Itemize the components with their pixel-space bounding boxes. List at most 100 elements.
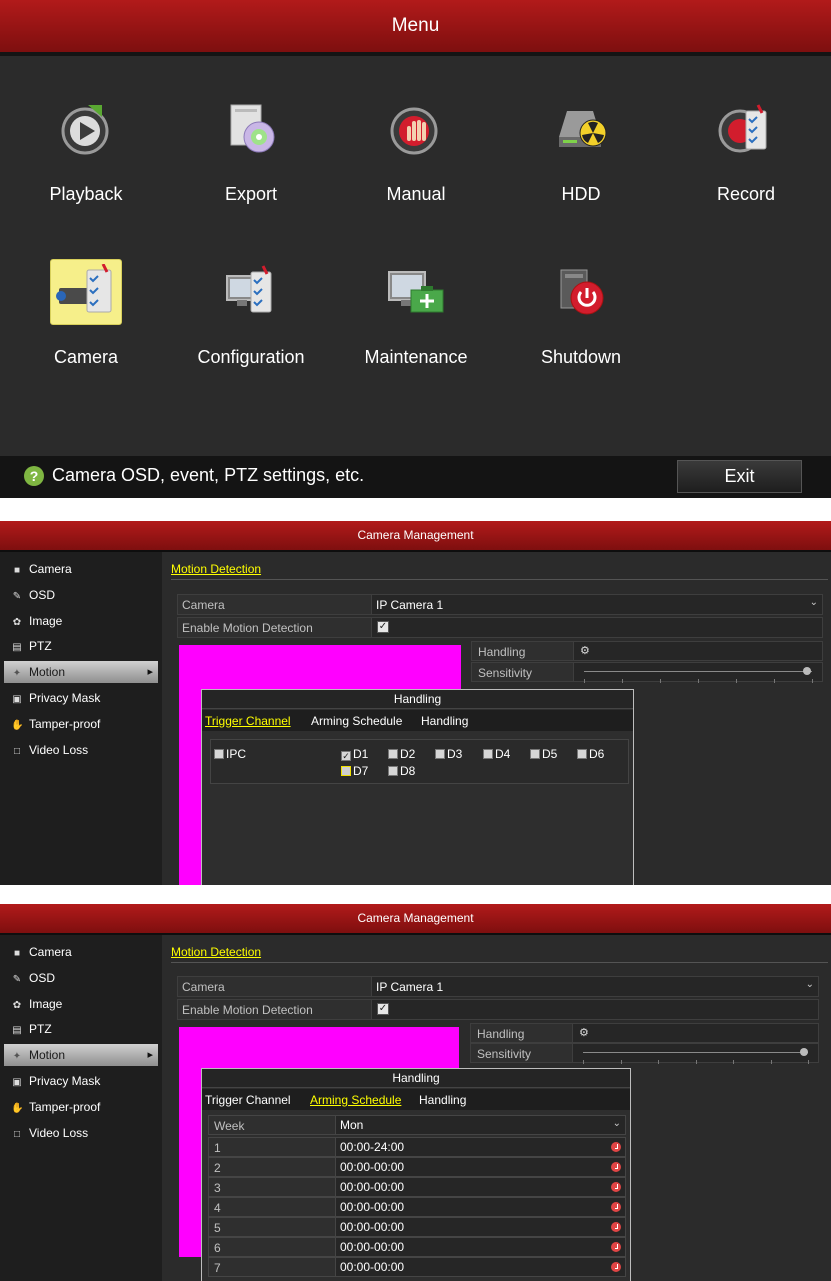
checkbox[interactable] <box>214 749 224 759</box>
channel-d6[interactable]: D6 <box>577 748 604 760</box>
checkbox[interactable] <box>341 766 351 776</box>
menu-item-hdd[interactable]: HDD <box>506 96 656 205</box>
sidebar-item-image[interactable]: ✿ Image <box>4 993 158 1015</box>
period-index: 3 <box>214 1181 221 1195</box>
channel-ipc[interactable]: IPC <box>214 748 246 760</box>
sidebar-item-ptz[interactable]: ▤ PTZ <box>4 635 158 657</box>
channel-d3[interactable]: D3 <box>435 748 462 760</box>
status-bar: ? Camera OSD, event, PTZ settings, etc. … <box>0 456 831 498</box>
period-time[interactable]: 00:00-00:00 <box>335 1198 625 1216</box>
menu-item-camera[interactable]: Camera <box>11 259 161 368</box>
sidebar-item-label: PTZ <box>29 639 52 653</box>
tab-motion-detection[interactable]: Motion Detection <box>171 945 261 959</box>
week-select[interactable]: Mon ⌄ <box>335 1116 625 1134</box>
period-time[interactable]: 00:00-24:00 <box>335 1138 625 1156</box>
schedule-row: 3 00:00-00:00 <box>208 1177 626 1197</box>
menu-item-record[interactable]: Record <box>671 96 821 205</box>
camera-select[interactable]: IP Camera 1 ⌄ <box>371 977 818 996</box>
menu-label-shutdown: Shutdown <box>540 347 622 367</box>
camera-icon <box>50 259 122 325</box>
enable-motion-checkbox[interactable]: ✓ <box>377 1003 389 1015</box>
menu-item-manual[interactable]: Manual <box>341 96 491 205</box>
sensitivity-slider-handle[interactable] <box>799 1048 808 1056</box>
tab-trigger-channel[interactable]: Trigger Channel <box>205 714 291 728</box>
channel-d5[interactable]: D5 <box>530 748 557 760</box>
sidebar-item-osd[interactable]: ✎ OSD <box>4 584 158 606</box>
chevron-right-icon: ▸ <box>147 1049 153 1061</box>
menu-item-shutdown[interactable]: Shutdown <box>506 259 656 368</box>
menu-item-maintenance[interactable]: Maintenance <box>341 259 491 368</box>
clock-icon[interactable] <box>611 1182 621 1192</box>
checkbox[interactable]: ✓ <box>341 751 351 761</box>
clock-icon[interactable] <box>611 1222 621 1232</box>
channel-label: D2 <box>400 747 416 761</box>
clock-icon[interactable] <box>611 1162 621 1172</box>
tab-motion-detection[interactable]: Motion Detection <box>171 562 261 576</box>
channel-d7[interactable]: D7 <box>341 765 368 777</box>
channel-d8[interactable]: D8 <box>388 765 415 777</box>
sidebar-item-tamper-proof[interactable]: ✋ Tamper-proof <box>4 713 158 735</box>
menu-item-configuration[interactable]: Configuration <box>176 259 326 368</box>
gear-icon[interactable]: ⚙ <box>579 1026 589 1039</box>
period-index: 1 <box>214 1141 221 1155</box>
schedule-row: 5 00:00-00:00 <box>208 1217 626 1237</box>
checkbox[interactable] <box>577 749 587 759</box>
sidebar-item-camera[interactable]: ■ Camera <box>4 558 158 580</box>
sidebar-item-motion[interactable]: ✦ Motion ▸ <box>4 1044 158 1066</box>
channel-d2[interactable]: D2 <box>388 748 415 760</box>
period-time[interactable]: 00:00-00:00 <box>335 1158 625 1176</box>
tab-arming-schedule[interactable]: Arming Schedule <box>310 1093 401 1107</box>
sidebar-item-ptz[interactable]: ▤ PTZ <box>4 1018 158 1040</box>
checkbox[interactable] <box>483 749 493 759</box>
checkbox[interactable] <box>435 749 445 759</box>
camera-select[interactable]: IP Camera 1 ⌄ <box>371 595 822 614</box>
schedule-row: 7 00:00-00:00 <box>208 1257 626 1277</box>
channel-d4[interactable]: D4 <box>483 748 510 760</box>
tab-trigger-channel[interactable]: Trigger Channel <box>205 1093 291 1107</box>
clock-icon[interactable] <box>611 1202 621 1212</box>
checkbox[interactable] <box>388 749 398 759</box>
sensitivity-slider[interactable] <box>584 671 812 672</box>
sidebar-item-motion[interactable]: ✦ Motion ▸ <box>4 661 158 683</box>
checkbox[interactable] <box>388 766 398 776</box>
sidebar-item-camera[interactable]: ■ Camera <box>4 941 158 963</box>
tab-divider <box>171 962 828 963</box>
playback-icon <box>50 96 122 162</box>
sidebar-item-privacy-mask[interactable]: ▣ Privacy Mask <box>4 1070 158 1092</box>
ptz-icon: ▤ <box>12 1025 22 1036</box>
clock-icon[interactable] <box>611 1262 621 1272</box>
period-time[interactable]: 00:00-00:00 <box>335 1258 625 1276</box>
sidebar-item-label: Privacy Mask <box>29 1074 101 1088</box>
enable-row: Enable Motion Detection ✓ <box>177 617 823 638</box>
exit-button[interactable]: Exit <box>677 460 802 493</box>
sensitivity-row: Sensitivity <box>470 1043 819 1064</box>
sensitivity-slider-handle[interactable] <box>803 667 812 675</box>
period-time[interactable]: 00:00-00:00 <box>335 1218 625 1236</box>
clock-icon[interactable] <box>611 1242 621 1252</box>
week-label: Week <box>214 1119 245 1133</box>
menu-item-export[interactable]: Export <box>176 96 326 205</box>
clock-icon[interactable] <box>611 1142 621 1152</box>
channel-label: D6 <box>589 747 605 761</box>
sidebar-item-osd[interactable]: ✎ OSD <box>4 967 158 989</box>
sidebar-item-image[interactable]: ✿ Image <box>4 610 158 632</box>
shutdown-icon <box>545 259 617 325</box>
tamper-proof-icon: ✋ <box>11 720 24 731</box>
sidebar-item-tamper-proof[interactable]: ✋ Tamper-proof <box>4 1096 158 1118</box>
handling-dialog: Handling Trigger Channel Arming Schedule… <box>201 689 634 885</box>
sidebar-item-video-loss[interactable]: □ Video Loss <box>4 739 158 761</box>
sidebar-item-privacy-mask[interactable]: ▣ Privacy Mask <box>4 687 158 709</box>
menu-item-playback[interactable]: Playback <box>11 96 161 205</box>
tab-arming-schedule[interactable]: Arming Schedule <box>311 714 402 728</box>
period-time[interactable]: 00:00-00:00 <box>335 1238 625 1256</box>
sensitivity-slider[interactable] <box>583 1052 808 1053</box>
tab-handling[interactable]: Handling <box>419 1093 466 1107</box>
checkbox[interactable] <box>530 749 540 759</box>
gear-icon[interactable]: ⚙ <box>580 644 590 657</box>
tab-handling[interactable]: Handling <box>421 714 468 728</box>
sidebar-item-video-loss[interactable]: □ Video Loss <box>4 1122 158 1144</box>
channel-d1[interactable]: ✓ D1 <box>341 748 368 761</box>
menu-label-export: Export <box>224 184 278 204</box>
period-time[interactable]: 00:00-00:00 <box>335 1178 625 1196</box>
enable-motion-checkbox[interactable]: ✓ <box>377 621 389 633</box>
